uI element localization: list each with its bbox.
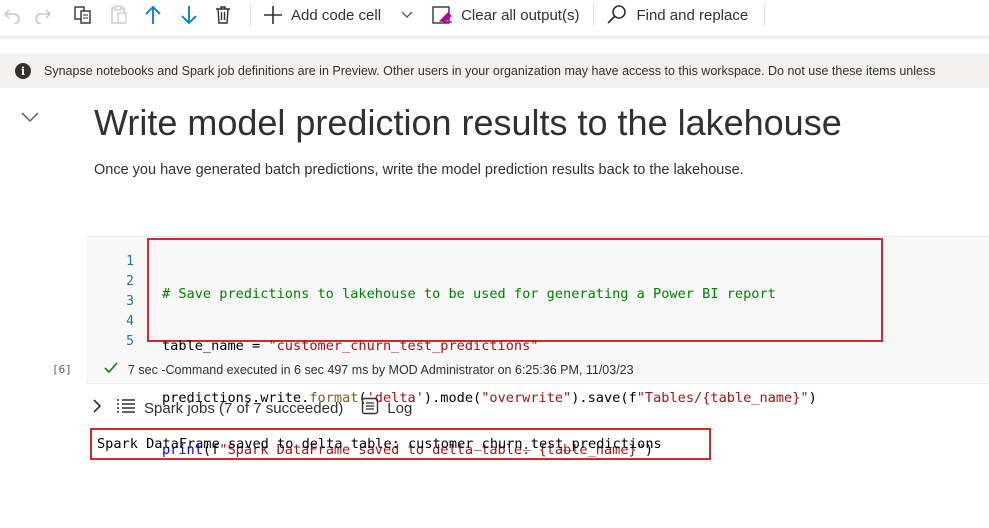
list-icon [116,398,136,418]
arrow-down-icon [179,4,199,26]
line-number: 5 [126,334,134,349]
code-token: ) [808,390,817,406]
toolbar-divider [593,4,595,26]
code-token: ).save(f [571,390,637,406]
find-replace-label: Find and replace [636,6,749,24]
arrow-up-icon [143,4,163,26]
add-code-cell-button[interactable]: Add code cell [263,0,381,30]
plus-icon [263,5,283,25]
spark-jobs-label: Spark jobs (7 of 7 succeeded) [144,399,344,417]
trash-icon [214,5,232,25]
log-icon [361,397,379,419]
add-code-cell-label: Add code cell [291,6,382,24]
execution-status-text: 7 sec -Command executed in 6 sec 497 ms … [128,362,634,377]
code-token: ).mode( [423,390,482,406]
code-line: table_name = "customer_churn_test_predic… [162,336,817,356]
execution-status: 7 sec -Command executed in 6 sec 497 ms … [104,362,634,377]
line-number: 3 [126,294,134,309]
delete-cell-button[interactable] [210,0,236,30]
undo-button[interactable] [2,0,22,30]
code-editor[interactable]: # Save predictions to lakehouse to be us… [162,252,817,528]
output-text: Spark DataFrame saved to delta table: cu… [97,436,662,452]
code-comment: # Save predictions to lakehouse to be us… [162,286,776,302]
preview-banner: i Synapse notebooks and Spark job defini… [0,54,989,88]
collapse-section-button[interactable] [20,110,40,128]
toolbar-shadow [0,36,989,39]
undo-icon [3,6,21,24]
copy-icon [73,5,93,25]
code-string: "overwrite" [481,390,572,406]
paste-icon [109,5,129,25]
find-replace-button[interactable]: Find and replace [606,0,748,30]
spark-jobs-bar: Spark jobs (7 of 7 succeeded) Log [92,397,412,419]
search-icon [606,4,628,26]
clear-outputs-label: Clear all output(s) [461,6,580,24]
line-number: 4 [126,314,134,329]
toolbar-divider [250,4,251,26]
code-line: # Save predictions to lakehouse to be us… [162,284,817,304]
toolbar-divider [764,4,766,26]
banner-message: Synapse notebooks and Spark job definiti… [44,64,936,78]
info-icon: i [15,63,31,79]
redo-icon [34,6,52,24]
chevron-down-icon [20,110,40,127]
code-string: "customer_churn_test_predictions" [268,338,539,354]
move-cell-up-button[interactable] [140,0,166,30]
clear-outputs-button[interactable]: Clear all output(s) [431,0,579,30]
line-number: 2 [126,274,134,289]
notebook-toolbar: Add code cell Clear all output(s) Find a… [0,0,989,30]
move-cell-down-button[interactable] [176,0,202,30]
eraser-icon [431,4,453,26]
section-description: Once you have generated batch prediction… [94,162,744,178]
code-string: "Tables/{table_name}" [636,390,809,406]
redo-button[interactable] [30,0,56,30]
expand-spark-jobs-button[interactable] [92,399,102,417]
spark-jobs-toggle[interactable]: Spark jobs (7 of 7 succeeded) [116,398,343,418]
chevron-right-icon [92,399,102,417]
section-title: Write model prediction results to the la… [94,102,842,143]
execution-count: [6] [52,363,72,376]
line-number: 1 [126,254,134,269]
add-cell-dropdown-button[interactable] [397,0,417,30]
checkmark-icon [104,362,118,377]
line-number-gutter: 1 2 3 4 5 [112,252,134,352]
log-button[interactable]: Log [361,397,412,419]
log-label: Log [387,399,413,417]
code-token: table_name = [162,338,269,354]
cell-output: Spark DataFrame saved to delta table: cu… [90,428,711,460]
copy-cell-button[interactable] [70,0,96,30]
paste-cell-button[interactable] [106,0,132,30]
chevron-down-icon [401,11,413,19]
